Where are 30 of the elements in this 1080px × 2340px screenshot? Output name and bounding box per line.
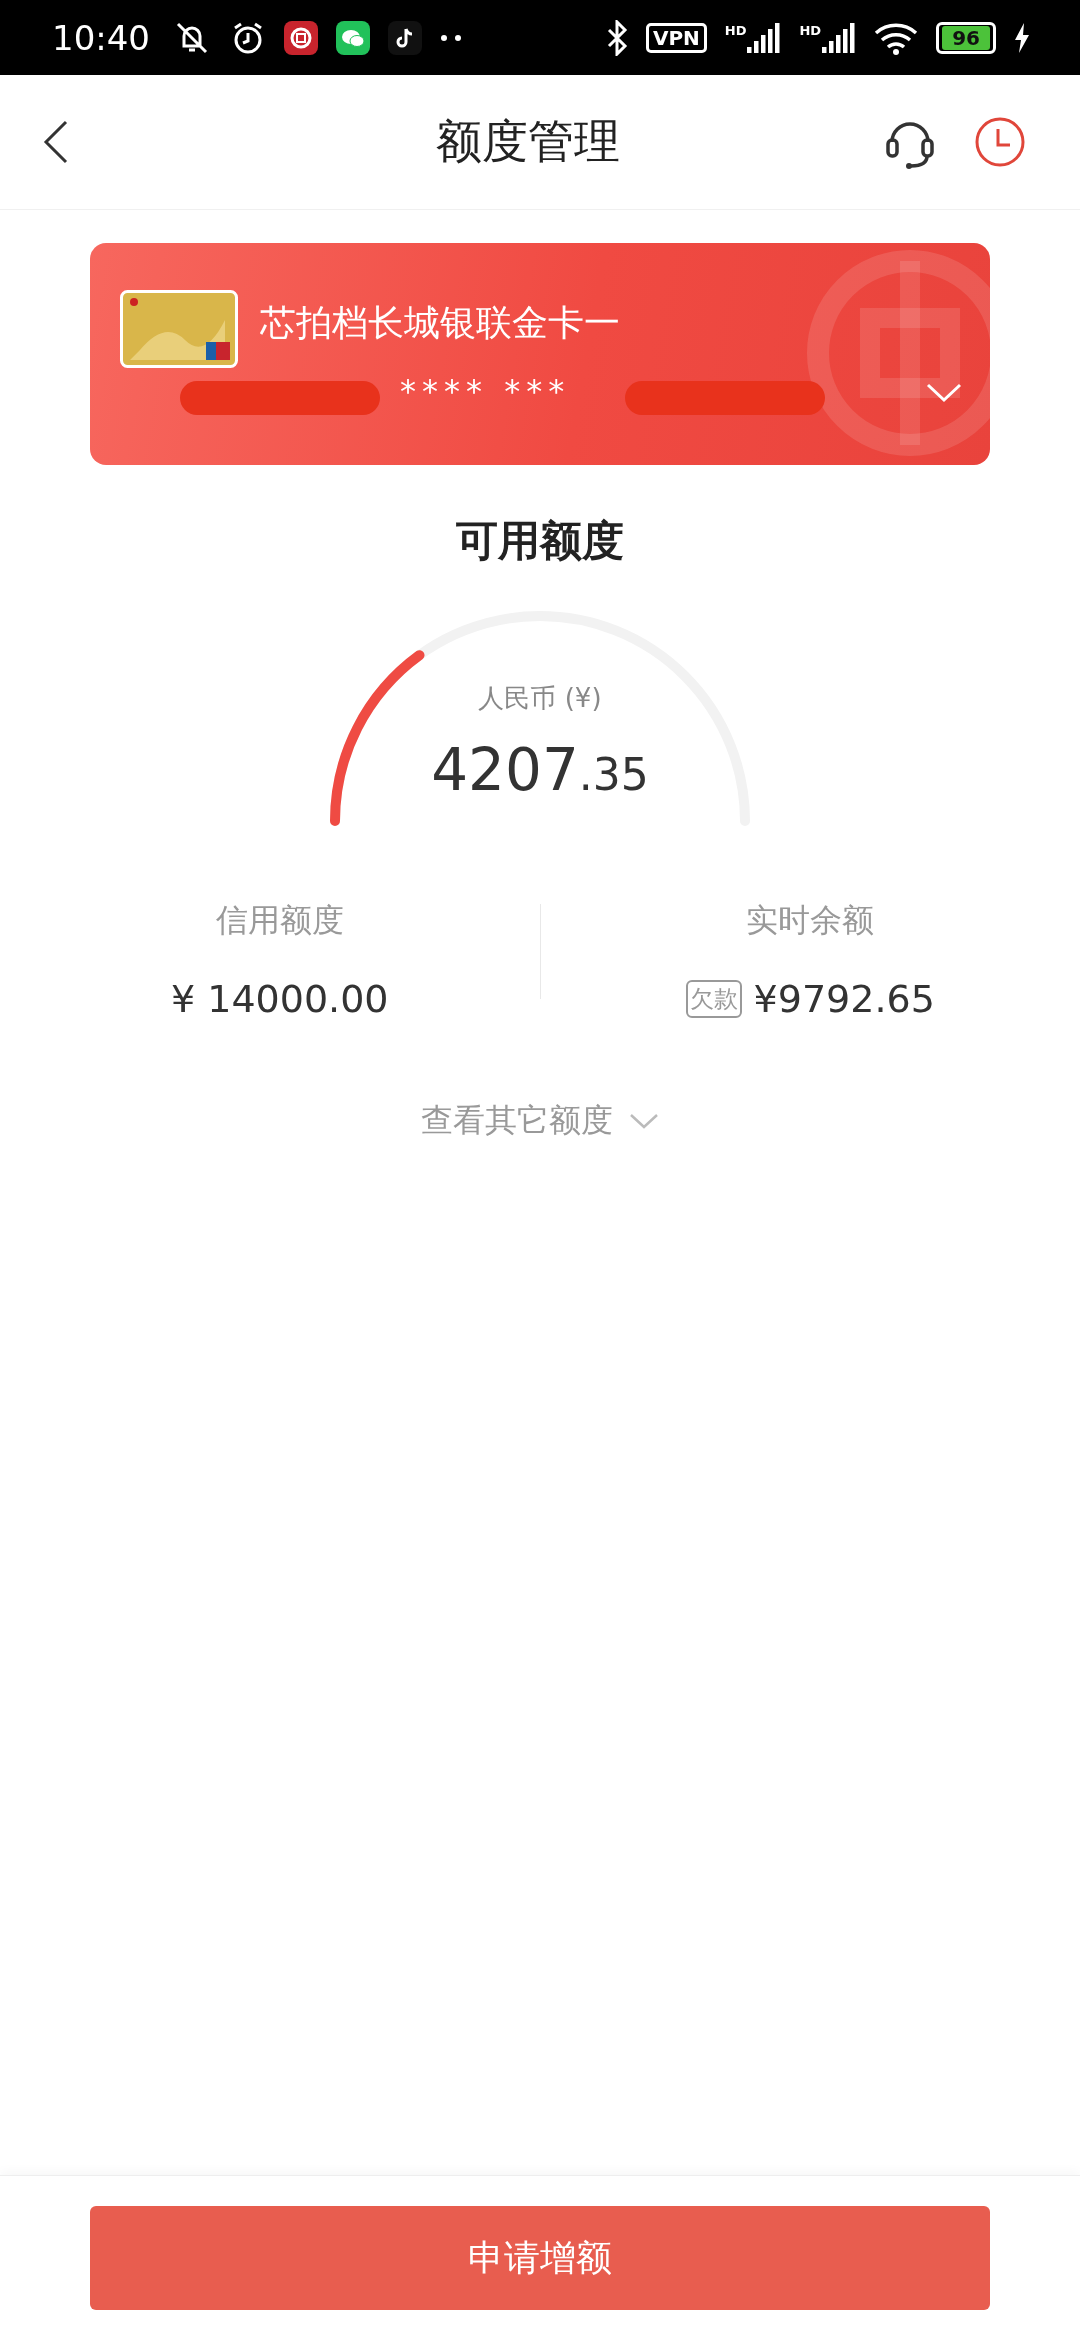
vpn-indicator: VPN: [645, 22, 707, 53]
stat-value: ¥ 14000.00: [170, 977, 389, 1021]
bluetooth-icon: [605, 19, 628, 56]
view-other-limits-link[interactable]: 查看其它额度: [421, 1099, 659, 1143]
stat-value: ¥9792.65: [753, 977, 935, 1021]
bank-app-icon: [284, 20, 318, 55]
apply-increase-button[interactable]: 申请增额: [90, 2206, 990, 2310]
signal-icon: [747, 22, 782, 53]
hd-label: HD: [799, 22, 822, 38]
debt-tag: 欠款: [685, 980, 742, 1018]
card-thumbnail-icon: [120, 290, 238, 368]
hd-label: HD: [724, 22, 747, 38]
signal-icon: [822, 22, 857, 53]
stat-label: 信用额度: [215, 900, 344, 941]
clock-icon: [974, 116, 1026, 168]
currency-label: 人民币 (¥): [478, 682, 602, 715]
music-note-app-icon: [388, 20, 422, 55]
status-time: 10:40: [52, 17, 150, 58]
page-title: 额度管理: [435, 113, 621, 170]
card-name: 芯拍档长城银联金卡一: [260, 300, 621, 345]
battery-indicator: 96: [936, 21, 996, 54]
chevron-down-icon: [629, 1113, 659, 1129]
chat-app-icon: [336, 20, 370, 55]
more-dots-icon: [440, 33, 464, 42]
section-title: 可用额度: [456, 515, 624, 567]
charging-icon: [1014, 22, 1030, 53]
card-number: **** ***: [400, 371, 571, 410]
stat-label: 实时余额: [746, 900, 875, 941]
card-selector[interactable]: 芯拍档长城银联金卡一 **** ***: [90, 243, 990, 465]
available-amount: 4207.35: [431, 736, 649, 804]
